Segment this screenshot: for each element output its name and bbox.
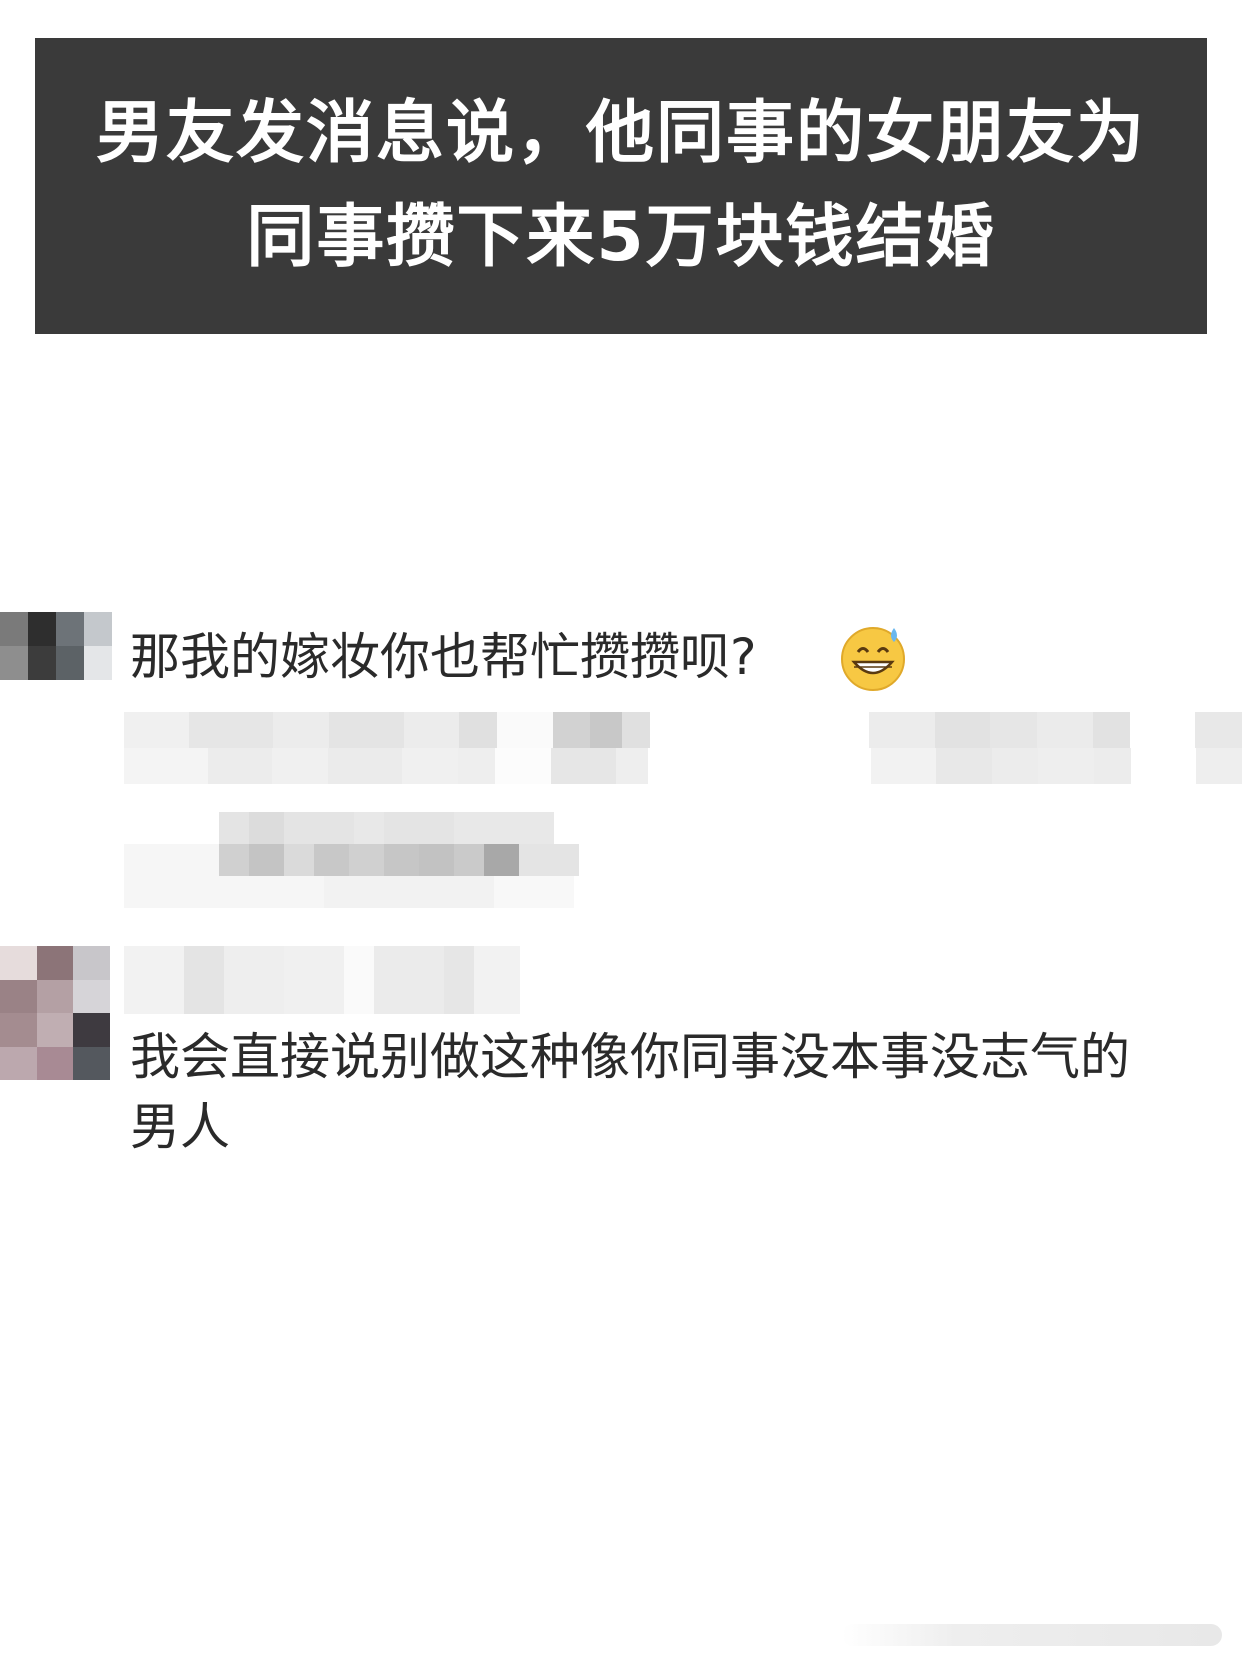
comment-text: 那我的嫁妆你也帮忙攒攒呗? — [130, 628, 757, 686]
watermark — [842, 1624, 1222, 1646]
comment-text-line-2: 男人 — [130, 1098, 230, 1156]
comment-text-line-1: 我会直接说别做这种像你同事没本事没志气的 — [130, 1028, 1130, 1086]
avatar[interactable] — [0, 612, 112, 680]
blurred-content — [124, 712, 1242, 784]
grinning-sweat-emoji — [841, 627, 905, 691]
title-line-2: 同事攒下来5万块钱结婚 — [246, 198, 996, 277]
blurred-content — [124, 812, 654, 908]
title-line-1: 男友发消息说，他同事的女朋友为 — [95, 94, 1146, 173]
blurred-username — [124, 946, 520, 1014]
title-banner: 男友发消息说，他同事的女朋友为 同事攒下来5万块钱结婚 — [35, 38, 1207, 334]
avatar[interactable] — [0, 946, 110, 1080]
